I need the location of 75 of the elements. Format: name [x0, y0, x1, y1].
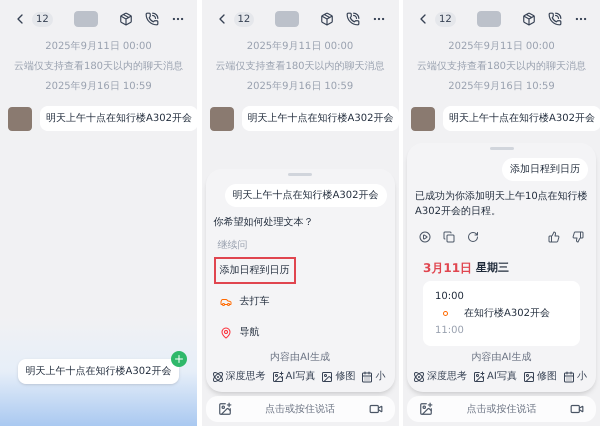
unread-count-badge: 12: [32, 12, 53, 26]
system-note: 2025年9月16日 10:59: [45, 80, 152, 94]
box-icon[interactable]: [522, 12, 536, 26]
system-note: 云端仅支持查看180天以内的聊天消息: [416, 60, 586, 74]
system-note: 2025年9月16日 10:59: [448, 80, 555, 94]
refresh-icon[interactable]: [467, 231, 479, 243]
message-bubble: 明天上午十点在知行楼A302开会: [443, 106, 600, 131]
calendar-icon: [562, 370, 575, 382]
option-item[interactable]: 去打车: [214, 288, 276, 315]
atom-icon: [212, 370, 224, 382]
option-item[interactable]: 添加日程到日历: [214, 257, 296, 284]
event-card[interactable]: 10:00 在知行楼A302开会 11:00: [423, 281, 580, 346]
blurred-title-placeholder: [275, 11, 300, 27]
phone-icon[interactable]: [346, 12, 360, 26]
tool-chip[interactable]: 深度思考: [212, 369, 266, 384]
play-icon[interactable]: [419, 231, 431, 243]
camera-icon[interactable]: [368, 402, 382, 416]
calendar-icon: [361, 370, 374, 382]
floating-text-bubble[interactable]: 明天上午十点在知行楼A302开会: [18, 358, 180, 384]
tool-chip[interactable]: AI写真: [272, 369, 316, 384]
system-note: 2025年9月11日 00:00: [45, 40, 152, 54]
tool-chip[interactable]: 深度思考: [413, 369, 467, 384]
blurred-title-placeholder: [74, 11, 98, 27]
system-note: 2025年9月11日 00:00: [448, 40, 555, 54]
copy-icon[interactable]: [443, 231, 455, 243]
image-icon: [321, 370, 334, 382]
tool-chip[interactable]: 修图: [522, 369, 557, 384]
atom-icon: [413, 370, 425, 382]
thumbs-down-icon[interactable]: [572, 231, 584, 243]
section-label: 继续问: [218, 238, 248, 253]
unread-count-badge: 12: [435, 12, 456, 26]
event-title: 在知行楼A302开会: [464, 306, 550, 321]
ai-disclaimer: 内容由AI生成: [269, 350, 331, 365]
thumbs-up-icon[interactable]: [548, 231, 560, 243]
tool-chip[interactable]: 小: [562, 369, 587, 384]
tool-chip[interactable]: 小: [361, 369, 386, 384]
voice-input-bar[interactable]: 点击或按住说话: [206, 396, 394, 422]
map-pin-icon: [220, 326, 232, 338]
drag-handle: [490, 147, 514, 150]
message-bubble: 明天上午十点在知行楼A302开会: [242, 106, 398, 131]
camera-icon[interactable]: [570, 402, 584, 416]
tool-chip[interactable]: 修图: [321, 369, 356, 384]
avatar-placeholder: [411, 106, 435, 130]
image-add-icon: [473, 370, 485, 382]
reply-text: 已成功为你添加明天上午10点在知行楼A302开会的日程。: [415, 190, 588, 219]
voice-input-bar[interactable]: 点击或按住说话: [407, 396, 596, 422]
system-note: 2025年9月11日 00:00: [246, 40, 354, 54]
box-icon[interactable]: [320, 12, 334, 26]
system-note: 云端仅支持查看180天以内的聊天消息: [215, 60, 385, 74]
drag-handle: [288, 173, 312, 176]
event-start-time: 10:00: [435, 290, 465, 304]
system-note: 2025年9月16日 10:59: [246, 80, 354, 94]
user-bubble: 明天上午十点在知行楼A302开会: [224, 184, 386, 207]
add-icon[interactable]: [171, 350, 188, 366]
image-icon: [522, 370, 535, 382]
box-icon[interactable]: [118, 12, 133, 26]
avatar-placeholder: [8, 106, 32, 130]
user-bubble: 添加日程到日历: [502, 158, 588, 181]
option-item[interactable]: 导航: [214, 319, 266, 346]
blurred-title-placeholder: [476, 11, 501, 27]
question-text: 你希望如何处理文本？: [214, 216, 314, 230]
phone-icon[interactable]: [548, 12, 562, 26]
avatar-placeholder: [210, 106, 234, 130]
tool-chip[interactable]: AI写真: [473, 369, 517, 384]
calendar-date: 3月11日: [423, 260, 472, 277]
image-add-icon[interactable]: [218, 402, 232, 416]
image-add-icon: [272, 370, 284, 382]
phone-icon[interactable]: [144, 12, 159, 26]
system-note: 云端仅支持查看180天以内的聊天消息: [14, 60, 184, 74]
unread-count-badge: 12: [234, 12, 254, 26]
message-bubble: 明天上午十点在知行楼A302开会: [40, 106, 197, 131]
ai-disclaimer: 内容由AI生成: [470, 350, 532, 365]
calendar-weekday: 星期三: [476, 260, 510, 276]
image-add-icon[interactable]: [419, 402, 433, 416]
event-end-time: 11:00: [435, 324, 465, 338]
